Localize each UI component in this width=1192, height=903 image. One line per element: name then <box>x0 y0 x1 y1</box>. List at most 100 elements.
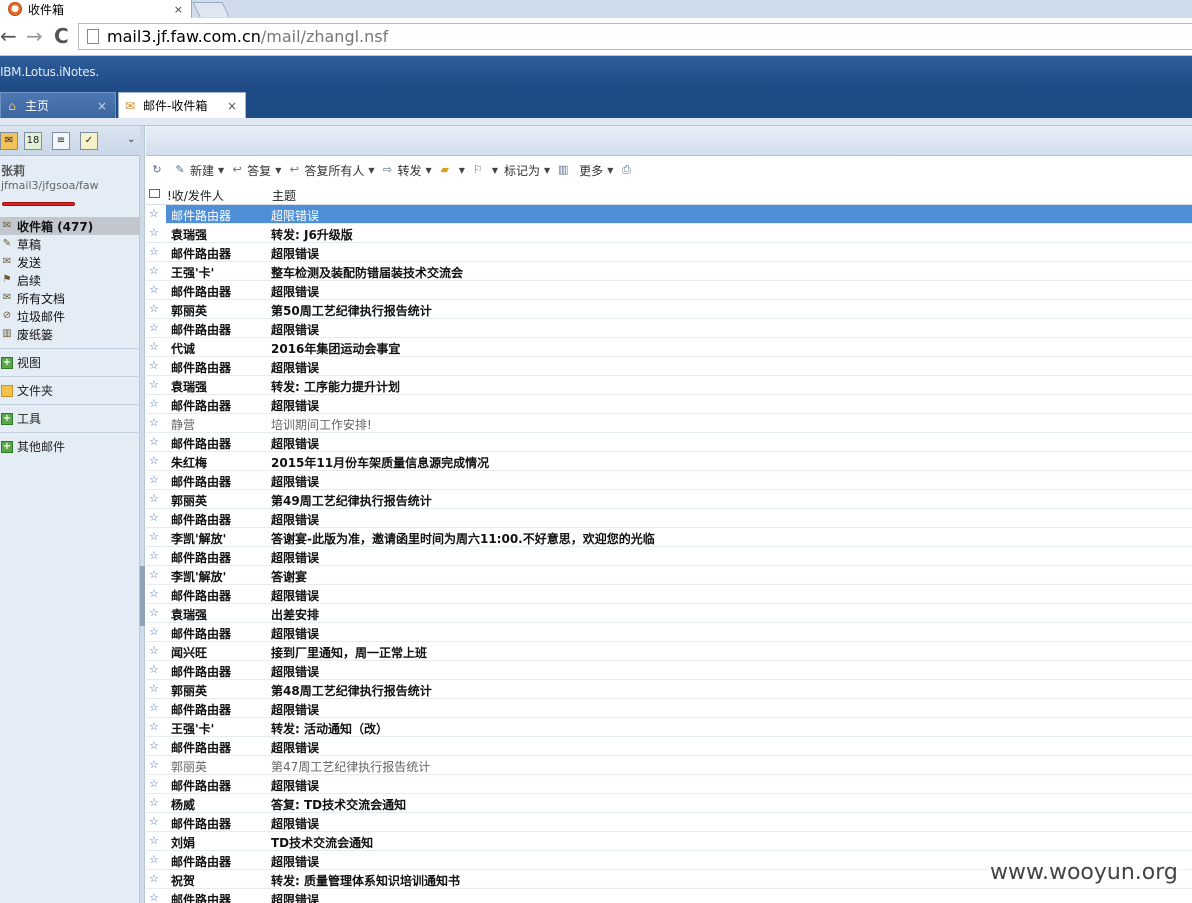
star-icon[interactable]: ☆ <box>149 207 161 220</box>
sidebar-item-all-documents[interactable]: ✉ 所有文档 <box>0 289 140 307</box>
star-icon[interactable]: ☆ <box>149 777 161 790</box>
sidebar-item-junk[interactable]: ⊘ 垃圾邮件 <box>0 307 140 325</box>
star-icon[interactable]: ☆ <box>149 473 161 486</box>
back-arrow-icon[interactable]: ← <box>0 26 17 46</box>
browser-tab[interactable]: ● 收件箱 × <box>0 0 192 18</box>
table-row[interactable]: ☆ 邮件路由器 超限错误 <box>146 395 1192 414</box>
dropdown-arrow-icon[interactable]: ▼ <box>544 166 550 175</box>
sidebar-item-follow-up[interactable]: ⚑ 启续 <box>0 271 140 289</box>
tab-home-close-icon[interactable]: × <box>97 99 107 113</box>
table-row[interactable]: ☆ 邮件路由器 超限错误 <box>146 889 1192 903</box>
sidebar-item-trash[interactable]: ▥ 废纸篓 <box>0 325 140 343</box>
sidebar-item-drafts[interactable]: ✎ 草稿 <box>0 235 140 253</box>
table-row[interactable]: ☆ 杨威 答复: TD技术交流会通知 <box>146 794 1192 813</box>
print-button[interactable]: ⎙ <box>619 163 636 177</box>
table-row[interactable]: ☆ 邮件路由器 超限错误 <box>146 623 1192 642</box>
star-icon[interactable]: ☆ <box>149 720 161 733</box>
star-icon[interactable]: ☆ <box>149 587 161 600</box>
reply-button[interactable]: ↩ 答复 ▼ <box>230 162 282 179</box>
table-row[interactable]: ☆ 邮件路由器 超限错误 <box>146 699 1192 718</box>
table-row[interactable]: ☆ 郭丽英 第50周工艺纪律执行报告统计 <box>146 300 1192 319</box>
sidebar-item-inbox[interactable]: ✉ 收件箱 (477) <box>0 217 140 235</box>
table-row[interactable]: ☆ 邮件路由器 超限错误 <box>146 737 1192 756</box>
sidebar-section-other-mail[interactable]: + 其他邮件 <box>0 432 140 460</box>
more-button[interactable]: 更多 ▼ <box>579 162 613 179</box>
table-row[interactable]: ☆ 代诚 2016年集团运动会事宜 <box>146 338 1192 357</box>
star-icon[interactable]: ☆ <box>149 283 161 296</box>
new-tab-button[interactable] <box>192 2 230 17</box>
star-icon[interactable]: ☆ <box>149 549 161 562</box>
star-icon[interactable]: ☆ <box>149 340 161 353</box>
star-icon[interactable]: ☆ <box>149 378 161 391</box>
calendar-icon[interactable]: 18 <box>24 132 42 150</box>
table-row[interactable]: ☆ 李凯'解放' 答谢宴-此版为准，邀请函里时间为周六11:00.不好意思，欢迎您的… <box>146 528 1192 547</box>
browser-tab-close-icon[interactable]: × <box>174 3 183 16</box>
reload-icon[interactable]: C <box>54 26 69 46</box>
table-row[interactable]: ☆ 邮件路由器 超限错误 <box>146 281 1192 300</box>
table-row[interactable]: ☆ 袁瑞强 转发: 工序能力提升计划 <box>146 376 1192 395</box>
table-row[interactable]: ☆ 邮件路由器 超限错误 <box>146 357 1192 376</box>
follow-up-button[interactable]: ⚐ ▼ <box>471 163 498 177</box>
star-icon[interactable]: ☆ <box>149 663 161 676</box>
reply-all-button[interactable]: ↩ 答复所有人 ▼ <box>287 162 375 179</box>
mail-switch-icon[interactable]: ✉ <box>0 132 18 150</box>
table-row[interactable]: ☆ 朱红梅 2015年11月份车架质量信息源完成情况 <box>146 452 1192 471</box>
new-button[interactable]: ✎ 新建 ▼ <box>173 162 224 179</box>
table-row[interactable]: ☆ 郭丽英 第49周工艺纪律执行报告统计 <box>146 490 1192 509</box>
tab-home[interactable]: ⌂ 主页 × <box>0 92 116 118</box>
dropdown-arrow-icon[interactable]: ▼ <box>492 166 498 175</box>
dropdown-arrow-icon[interactable]: ▼ <box>459 166 465 175</box>
star-icon[interactable]: ☆ <box>149 758 161 771</box>
dropdown-arrow-icon[interactable]: ▼ <box>368 166 374 175</box>
star-icon[interactable]: ☆ <box>149 435 161 448</box>
star-icon[interactable]: ☆ <box>149 264 161 277</box>
table-row[interactable]: ☆ 郭丽英 第47周工艺纪律执行报告统计 <box>146 756 1192 775</box>
sidebar-section-folders[interactable]: 文件夹 <box>0 376 140 404</box>
table-row[interactable]: ☆ 李凯'解放' 答谢宴 <box>146 566 1192 585</box>
table-row[interactable]: ☆ 邮件路由器 超限错误 <box>146 661 1192 680</box>
table-row[interactable]: ☆ 邮件路由器 超限错误 <box>146 471 1192 490</box>
star-icon[interactable]: ☆ <box>149 644 161 657</box>
star-icon[interactable]: ☆ <box>149 492 161 505</box>
refresh-button[interactable]: ↻ <box>150 163 167 177</box>
column-from[interactable]: !收/发件人 <box>167 187 224 204</box>
star-icon[interactable]: ☆ <box>149 454 161 467</box>
star-icon[interactable]: ☆ <box>149 530 161 543</box>
sidebar-item-sent[interactable]: ✉ 发送 <box>0 253 140 271</box>
table-row[interactable]: ☆ 邮件路由器 超限错误 <box>146 433 1192 452</box>
move-to-folder-button[interactable]: ▰ ▼ <box>438 163 465 177</box>
table-row[interactable]: ☆ 刘娟 TD技术交流会通知 <box>146 832 1192 851</box>
star-icon[interactable]: ☆ <box>149 796 161 809</box>
dropdown-arrow-icon[interactable]: ▼ <box>607 166 613 175</box>
table-row[interactable]: ☆ 袁瑞强 转发: J6升级版 <box>146 224 1192 243</box>
table-row[interactable]: ☆ 邮件路由器 超限错误 <box>146 775 1192 794</box>
star-icon[interactable]: ☆ <box>149 321 161 334</box>
splitter-grip[interactable] <box>140 566 145 626</box>
sidebar-section-views[interactable]: + 视图 <box>0 348 140 376</box>
star-icon[interactable]: ☆ <box>149 359 161 372</box>
table-row[interactable]: ☆ 邮件路由器 超限错误 <box>146 547 1192 566</box>
star-icon[interactable]: ☆ <box>149 606 161 619</box>
star-icon[interactable]: ☆ <box>149 872 161 885</box>
dropdown-arrow-icon[interactable]: ▼ <box>218 166 224 175</box>
table-row[interactable]: ☆ 闻兴旺 接到厂里通知，周一正常上班 <box>146 642 1192 661</box>
sidebar-section-tools[interactable]: + 工具 <box>0 404 140 432</box>
star-icon[interactable]: ☆ <box>149 682 161 695</box>
tab-inbox-close-icon[interactable]: × <box>227 99 237 113</box>
star-icon[interactable]: ☆ <box>149 568 161 581</box>
column-subject[interactable]: 主题 <box>272 187 296 204</box>
table-row[interactable]: ☆ 邮件路由器 超限错误 <box>146 205 1192 224</box>
star-icon[interactable]: ☆ <box>149 891 161 903</box>
todo-icon[interactable]: ✓ <box>80 132 98 150</box>
delete-button[interactable]: ▥ <box>556 163 573 177</box>
star-icon[interactable]: ☆ <box>149 302 161 315</box>
star-icon[interactable]: ☆ <box>149 625 161 638</box>
forward-arrow-icon[interactable]: → <box>26 26 43 46</box>
star-icon[interactable]: ☆ <box>149 739 161 752</box>
tab-inbox[interactable]: ✉ 邮件-收件箱 × <box>118 92 246 118</box>
dropdown-arrow-icon[interactable]: ▼ <box>275 166 281 175</box>
star-icon[interactable]: ☆ <box>149 511 161 524</box>
table-row[interactable]: ☆ 邮件路由器 超限错误 <box>146 813 1192 832</box>
table-row[interactable]: ☆ 邮件路由器 超限错误 <box>146 319 1192 338</box>
pane-splitter[interactable] <box>140 126 145 903</box>
